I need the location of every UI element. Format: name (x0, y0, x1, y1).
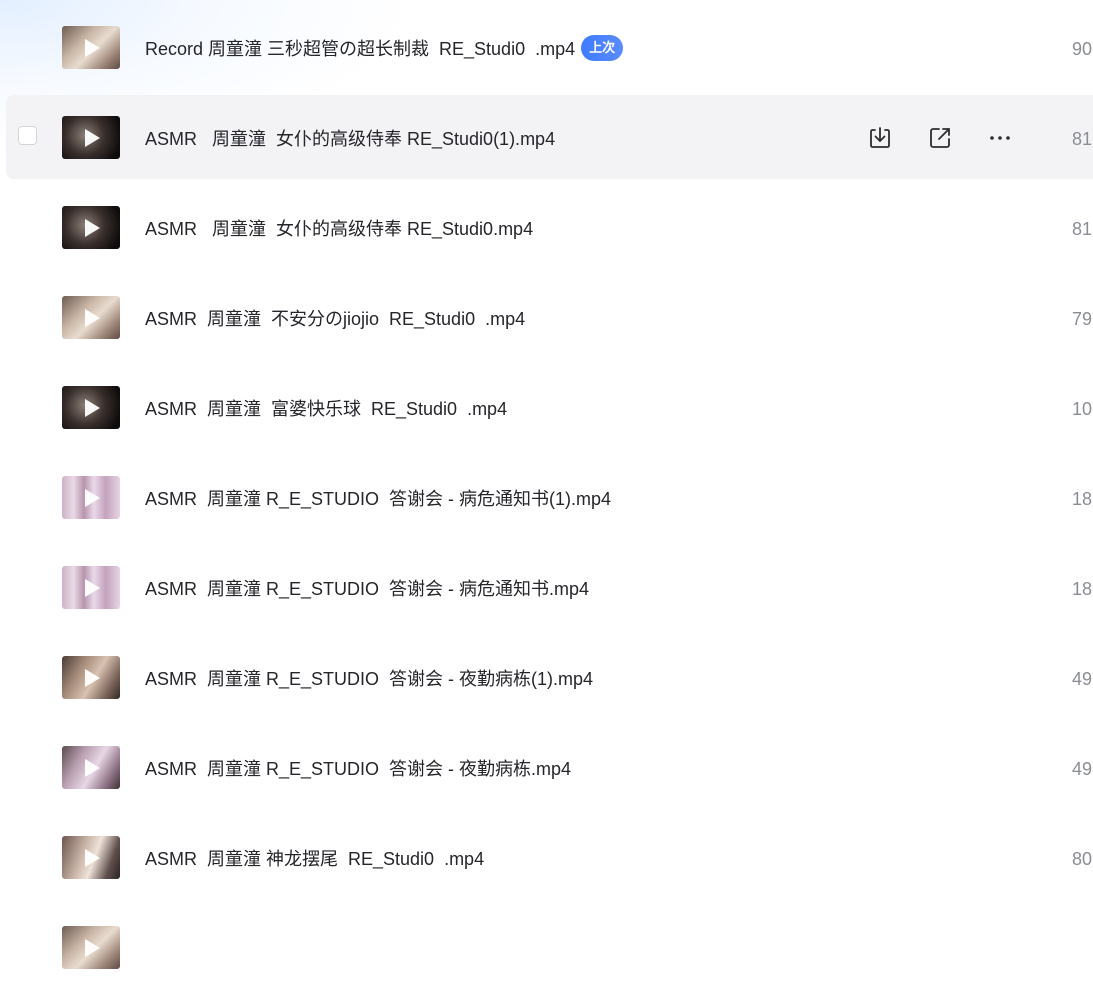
file-row[interactable]: ASMR 周童潼 R_E_STUDIO 答谢会 - 夜勤病栋(1).mp4 49 (6, 635, 1093, 719)
file-row[interactable]: ASMR 周童潼 R_E_STUDIO 答谢会 - 病危通知书(1).mp4 1… (6, 455, 1093, 539)
file-size: 18 (1072, 489, 1093, 509)
video-thumbnail[interactable] (62, 746, 120, 789)
file-size: 81 (1072, 129, 1093, 149)
file-row[interactable]: ASMR 周童潼 神龙摆尾 RE_Studi0 .mp4 80 (6, 815, 1093, 899)
play-icon (85, 39, 100, 57)
file-name-text: ASMR 周童潼 R_E_STUDIO 答谢会 - 夜勤病栋(1).mp4 (145, 669, 594, 689)
video-thumbnail[interactable] (62, 926, 120, 969)
video-thumbnail[interactable] (62, 296, 120, 339)
file-name-text: ASMR 周童潼 R_E_STUDIO 答谢会 - 病危通知书(1).mp4 (145, 489, 612, 509)
file-row[interactable] (6, 905, 1093, 989)
file-name[interactable]: Record 周童潼 三秒超管の超长制裁 RE_Studi0 .mp4 上次 (145, 35, 624, 61)
play-icon (85, 399, 100, 417)
file-size: 10 (1072, 399, 1093, 419)
video-thumbnail[interactable] (62, 656, 120, 699)
file-row[interactable]: ASMR 周童潼 女仆的高级侍奉 RE_Studi0.mp4 81 (6, 185, 1093, 269)
file-row[interactable]: Record 周童潼 三秒超管の超长制裁 RE_Studi0 .mp4 上次 9… (6, 5, 1093, 89)
video-thumbnail[interactable] (62, 386, 120, 429)
file-list: Record 周童潼 三秒超管の超长制裁 RE_Studi0 .mp4 上次 9… (0, 5, 1093, 995)
share-button[interactable] (925, 123, 955, 153)
file-name-text: ASMR 周童潼 不安分のjiojio RE_Studi0 .mp4 (145, 309, 526, 329)
last-played-badge: 上次 (581, 35, 624, 61)
play-icon (85, 489, 100, 507)
download-icon (870, 127, 890, 148)
file-name-text: ASMR 周童潼 富婆快乐球 RE_Studi0 .mp4 (145, 399, 508, 419)
file-name[interactable]: ASMR 周童潼 R_E_STUDIO 答谢会 - 夜勤病栋(1).mp4 (145, 668, 593, 690)
file-size: 79 (1072, 309, 1093, 329)
video-thumbnail[interactable] (62, 26, 120, 69)
more-icon (990, 136, 1010, 140)
play-icon (85, 219, 100, 237)
file-name-text: ASMR 周童潼 神龙摆尾 RE_Studi0 .mp4 (145, 849, 485, 869)
row-checkbox[interactable] (18, 126, 37, 145)
play-icon (85, 759, 100, 777)
file-size: 49 (1072, 759, 1093, 779)
file-size: 81 (1072, 219, 1093, 239)
play-icon (85, 579, 100, 597)
file-size: 49 (1072, 669, 1093, 689)
file-row[interactable]: ASMR 周童潼 不安分のjiojio RE_Studi0 .mp4 79 (6, 275, 1093, 359)
file-name-text: Record 周童潼 三秒超管の超长制裁 RE_Studi0 .mp4 (145, 39, 576, 59)
file-name-text: ASMR 周童潼 R_E_STUDIO 答谢会 - 病危通知书.mp4 (145, 579, 590, 599)
play-icon (85, 939, 100, 957)
play-icon (85, 129, 100, 147)
share-icon (930, 128, 950, 148)
file-name-text: ASMR 周童潼 女仆的高级侍奉 RE_Studi0(1).mp4 (145, 129, 556, 149)
file-name-text: ASMR 周童潼 女仆的高级侍奉 RE_Studi0.mp4 (145, 219, 534, 239)
play-icon (85, 309, 100, 327)
video-thumbnail[interactable] (62, 836, 120, 879)
play-icon (85, 849, 100, 867)
more-button[interactable] (985, 123, 1015, 153)
video-thumbnail[interactable] (62, 206, 120, 249)
file-row[interactable]: ASMR 周童潼 女仆的高级侍奉 RE_Studi0(1).mp4 81 (6, 95, 1093, 179)
file-name[interactable]: ASMR 周童潼 女仆的高级侍奉 RE_Studi0.mp4 (145, 218, 533, 240)
file-size: 80 (1072, 849, 1093, 869)
file-row[interactable]: ASMR 周童潼 R_E_STUDIO 答谢会 - 夜勤病栋.mp4 49 (6, 725, 1093, 809)
file-name[interactable]: ASMR 周童潼 女仆的高级侍奉 RE_Studi0(1).mp4 (145, 128, 555, 150)
video-thumbnail[interactable] (62, 476, 120, 519)
file-size: 90 (1072, 39, 1093, 59)
file-name[interactable]: ASMR 周童潼 R_E_STUDIO 答谢会 - 病危通知书.mp4 (145, 578, 589, 600)
file-name[interactable]: ASMR 周童潼 富婆快乐球 RE_Studi0 .mp4 (145, 398, 507, 420)
download-button[interactable] (865, 123, 895, 153)
file-name[interactable]: ASMR 周童潼 不安分のjiojio RE_Studi0 .mp4 (145, 308, 525, 330)
file-name-text: ASMR 周童潼 R_E_STUDIO 答谢会 - 夜勤病栋.mp4 (145, 759, 572, 779)
file-row[interactable]: ASMR 周童潼 富婆快乐球 RE_Studi0 .mp4 10 (6, 365, 1093, 449)
file-name[interactable]: ASMR 周童潼 神龙摆尾 RE_Studi0 .mp4 (145, 848, 484, 870)
file-name[interactable]: ASMR 周童潼 R_E_STUDIO 答谢会 - 病危通知书(1).mp4 (145, 488, 611, 510)
file-row[interactable]: ASMR 周童潼 R_E_STUDIO 答谢会 - 病危通知书.mp4 18 (6, 545, 1093, 629)
video-thumbnail[interactable] (62, 566, 120, 609)
file-size: 18 (1072, 579, 1093, 599)
file-name[interactable]: ASMR 周童潼 R_E_STUDIO 答谢会 - 夜勤病栋.mp4 (145, 758, 571, 780)
play-icon (85, 669, 100, 687)
video-thumbnail[interactable] (62, 116, 120, 159)
